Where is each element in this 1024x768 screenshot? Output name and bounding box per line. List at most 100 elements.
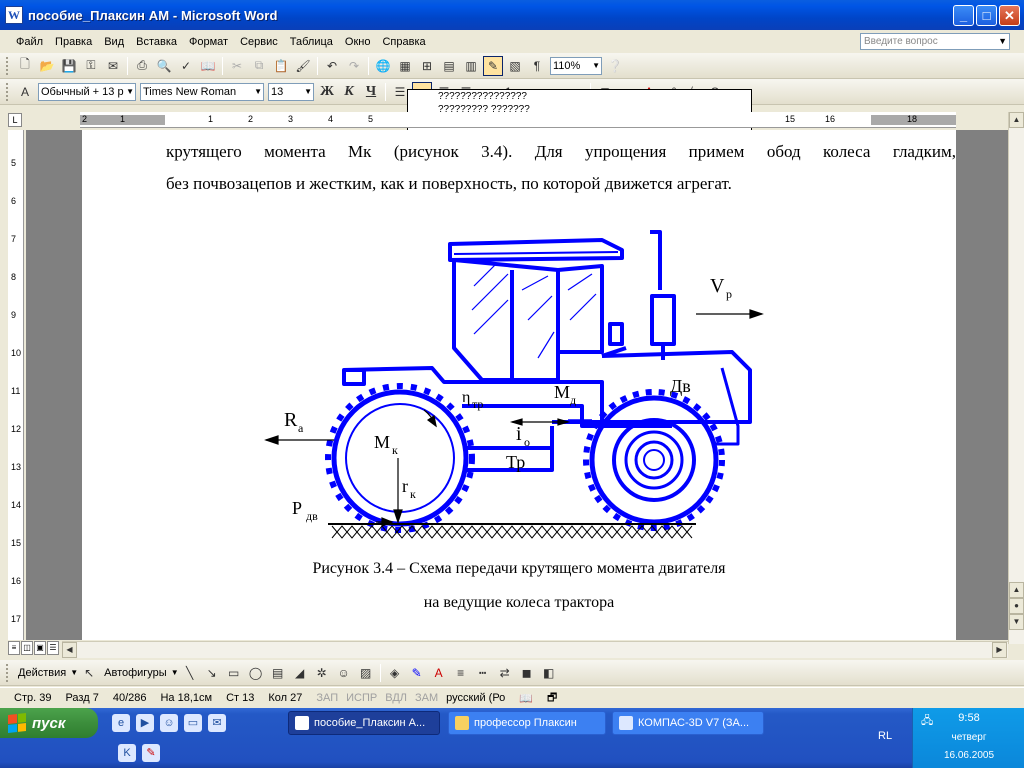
- paragraph-line-1[interactable]: крутящего момента Мк (рисунок 3.4). Для …: [166, 142, 956, 162]
- spelling-icon[interactable]: ✓: [176, 56, 196, 76]
- status-trk[interactable]: ИСПР: [346, 692, 377, 704]
- status-rec[interactable]: ЗАП: [316, 692, 338, 704]
- format-painter-icon[interactable]: 🖌: [293, 56, 313, 76]
- task-word[interactable]: пособие_Плаксин А...: [288, 711, 440, 735]
- scroll-up-icon[interactable]: ▲: [1009, 582, 1024, 598]
- macro-status-icon[interactable]: 🗗: [547, 689, 557, 708]
- paste-icon[interactable]: 📋: [271, 56, 291, 76]
- style-select[interactable]: Обычный + 13 р ▼: [38, 82, 136, 101]
- toolbar-grip[interactable]: [6, 56, 10, 75]
- zoom-select[interactable]: 110% ▼: [550, 56, 602, 75]
- select-browse-icon[interactable]: ●: [1009, 598, 1024, 614]
- undo-icon[interactable]: ↶: [322, 56, 342, 76]
- chevron-down-icon[interactable]: ▼: [998, 34, 1007, 49]
- menu-format[interactable]: Формат: [183, 36, 234, 48]
- menu-insert[interactable]: Вставка: [130, 36, 183, 48]
- scroll-up-icon[interactable]: ▲: [1009, 112, 1024, 128]
- vertical-ruler[interactable]: 5 6 7 8 9 10 11 12 13 14 15 16 17: [8, 130, 24, 640]
- print-preview-icon[interactable]: 🔍: [154, 56, 174, 76]
- fill-color-icon[interactable]: ◈: [385, 663, 405, 683]
- horizontal-scrollbar[interactable]: ◀ ▶: [62, 641, 1008, 658]
- italic-button[interactable]: К: [339, 82, 359, 102]
- menu-edit[interactable]: Правка: [49, 36, 98, 48]
- close-button[interactable]: ✕: [999, 5, 1020, 26]
- print-icon[interactable]: ⎙: [132, 56, 152, 76]
- tables-borders-icon[interactable]: ▦: [395, 56, 415, 76]
- font-color-icon[interactable]: A: [429, 663, 449, 683]
- figure-caption-line-2[interactable]: на ведущие колеса трактора: [82, 594, 956, 612]
- diagram-icon[interactable]: ✲: [312, 663, 332, 683]
- toolbar-grip[interactable]: [6, 82, 10, 101]
- oval-icon[interactable]: ◯: [246, 663, 266, 683]
- language-indicator[interactable]: RL: [878, 730, 892, 742]
- styles-pane-icon[interactable]: A: [15, 82, 35, 102]
- web-view-icon[interactable]: ◫: [21, 641, 33, 655]
- start-button[interactable]: пуск: [0, 708, 98, 738]
- minimize-button[interactable]: _: [953, 5, 974, 26]
- help-icon[interactable]: ❔: [605, 56, 625, 76]
- spelling-status-icon[interactable]: 📖: [519, 692, 533, 705]
- vertical-scrollbar[interactable]: ▲ ▲ ● ▼: [1008, 112, 1024, 644]
- menu-view[interactable]: Вид: [98, 36, 130, 48]
- new-document-icon[interactable]: 🗋: [15, 56, 35, 76]
- actions-menu[interactable]: Действия: [18, 667, 66, 679]
- cut-icon[interactable]: ✂: [227, 56, 247, 76]
- task-folder[interactable]: профессор Плаксин: [448, 711, 606, 735]
- clock-time[interactable]: 9:58: [913, 712, 1024, 724]
- messenger-icon[interactable]: ☺: [160, 714, 178, 732]
- tractor-figure[interactable]: V р Дв М д η тр R а М к i о Тр r к Р дв: [82, 230, 956, 650]
- outline-view-icon[interactable]: ☰: [47, 641, 59, 655]
- media-player-icon[interactable]: ▶: [136, 714, 154, 732]
- research-icon[interactable]: 📖: [198, 56, 218, 76]
- internet-explorer-icon[interactable]: e: [112, 714, 130, 732]
- horizontal-ruler[interactable]: 2 1 1 2 3 4 5 15 16 18: [80, 112, 956, 128]
- wordart-icon[interactable]: ◢: [290, 663, 310, 683]
- task-kompas[interactable]: КОМПАС-3D V7 (ЗА...: [612, 711, 764, 735]
- textbox-icon[interactable]: ▤: [268, 663, 288, 683]
- document-map-icon[interactable]: ▧: [505, 56, 525, 76]
- dash-style-icon[interactable]: ┅: [473, 663, 493, 683]
- desktop-icon[interactable]: ▭: [184, 714, 202, 732]
- font-select[interactable]: Times New Roman ▼: [140, 82, 264, 101]
- menu-table[interactable]: Таблица: [284, 36, 339, 48]
- select-objects-icon[interactable]: ↖: [79, 663, 99, 683]
- redo-icon[interactable]: ↷: [344, 56, 364, 76]
- status-ext[interactable]: ВДЛ: [385, 692, 407, 704]
- drawing-icon[interactable]: ✎: [483, 55, 503, 76]
- menu-tools[interactable]: Сервис: [234, 36, 284, 48]
- maximize-button[interactable]: □: [976, 5, 997, 26]
- font-size-select[interactable]: 13 ▼: [268, 82, 314, 101]
- line-icon[interactable]: ╲: [180, 663, 200, 683]
- copy-icon[interactable]: ⧉: [249, 56, 269, 76]
- paragraph-line-2[interactable]: без почвозацепов и жестким, как и поверх…: [166, 174, 956, 194]
- arrow-style-icon[interactable]: ⇄: [495, 663, 515, 683]
- picture-icon[interactable]: ▨: [356, 663, 376, 683]
- menu-window[interactable]: Окно: [339, 36, 377, 48]
- open-folder-icon[interactable]: 📂: [37, 56, 57, 76]
- save-icon[interactable]: 💾: [59, 56, 79, 76]
- document-page[interactable]: крутящего момента Мк (рисунок 3.4). Для …: [82, 130, 956, 640]
- shadow-icon[interactable]: ◼: [517, 663, 537, 683]
- app-icon[interactable]: ✎: [142, 744, 160, 762]
- insert-excel-icon[interactable]: ▤: [439, 56, 459, 76]
- rectangle-icon[interactable]: ▭: [224, 663, 244, 683]
- scroll-down-icon[interactable]: ▼: [1009, 614, 1024, 630]
- bold-button[interactable]: Ж: [317, 82, 337, 102]
- status-language[interactable]: русский (Ро: [446, 692, 505, 704]
- menu-help[interactable]: Справка: [376, 36, 431, 48]
- print-layout-icon[interactable]: ▣: [34, 641, 46, 655]
- columns-icon[interactable]: ▥: [461, 56, 481, 76]
- status-ovr[interactable]: ЗАМ: [415, 692, 438, 704]
- 3d-icon[interactable]: ◧: [539, 663, 559, 683]
- scroll-left-icon[interactable]: ◀: [62, 642, 77, 658]
- line-style-icon[interactable]: ≡: [451, 663, 471, 683]
- underline-button[interactable]: Ч: [361, 82, 381, 102]
- permission-icon[interactable]: ⚿: [81, 56, 101, 76]
- chevron-down-icon[interactable]: ▼: [70, 668, 78, 677]
- autoshapes-menu[interactable]: Автофигуры: [104, 667, 167, 679]
- line-color-icon[interactable]: ✎: [407, 663, 427, 683]
- hyperlink-icon[interactable]: 🌐: [373, 56, 393, 76]
- insert-table-icon[interactable]: ⊞: [417, 56, 437, 76]
- toolbar-grip[interactable]: [6, 663, 10, 682]
- normal-view-icon[interactable]: ≡: [8, 641, 20, 655]
